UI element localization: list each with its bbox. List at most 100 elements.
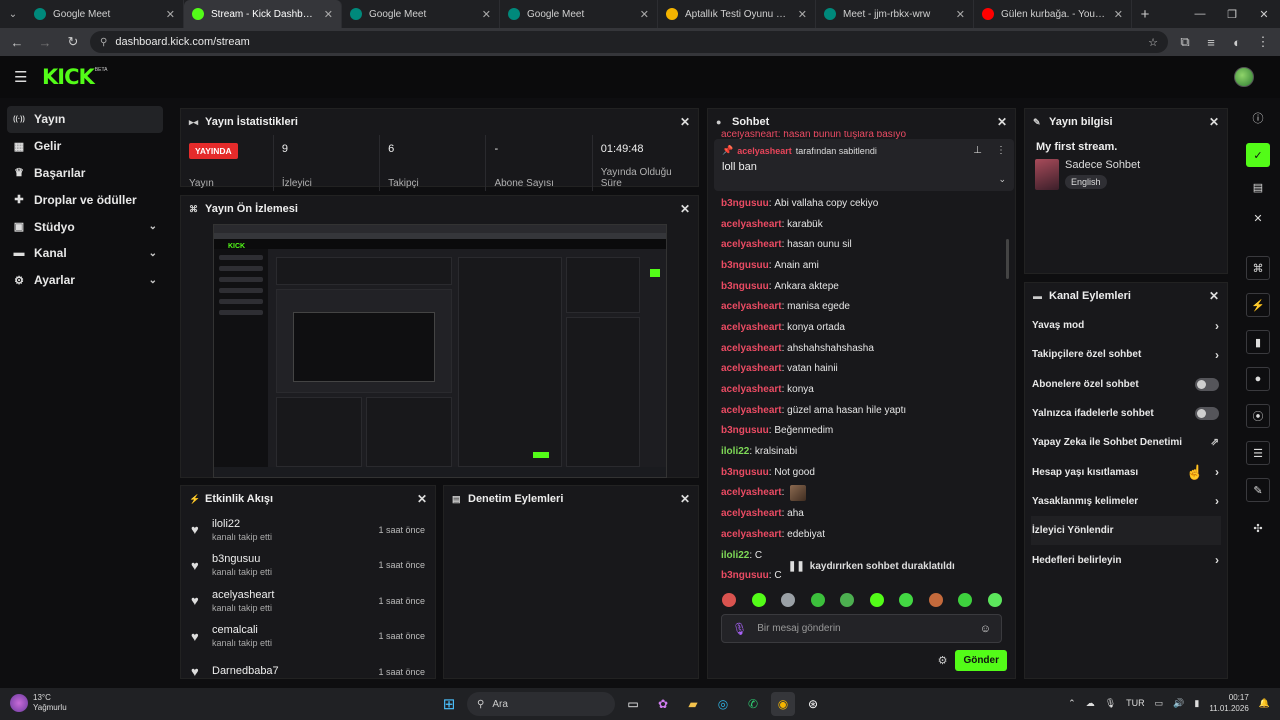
- kick-logo[interactable]: KICK BETA: [42, 65, 107, 89]
- weather-widget[interactable]: 13°C Yağmurlu: [10, 693, 67, 713]
- chat-username[interactable]: acelyasheart: [721, 343, 782, 354]
- minimize-icon[interactable]: —: [1184, 0, 1216, 28]
- stream-preview-video[interactable]: KICK: [213, 224, 667, 478]
- activity-username[interactable]: iloli22: [212, 518, 369, 530]
- browser-tab[interactable]: Gülen kurbağa. - YouTube ✕: [974, 0, 1132, 28]
- toggle-switch[interactable]: [1195, 377, 1219, 391]
- broadcast-icon[interactable]: ⦿: [1246, 404, 1270, 428]
- new-tab-button[interactable]: +: [1132, 6, 1158, 23]
- chat-username[interactable]: iloli22: [721, 550, 749, 561]
- channel-action-item[interactable]: Abonelere özel sohbet: [1025, 370, 1227, 399]
- sidebar-item[interactable]: ▬ Kanal ⌄: [7, 240, 163, 267]
- chat-username[interactable]: acelyasheart: [721, 384, 782, 395]
- lightning-icon[interactable]: ⚡: [1246, 293, 1270, 317]
- emote-icon[interactable]: [840, 593, 855, 607]
- chat-message[interactable]: acelyasheart: aha: [721, 503, 1001, 524]
- sidebar-item[interactable]: ((·)) Yayın: [7, 106, 163, 133]
- emote-icon[interactable]: [781, 593, 796, 607]
- chat-message[interactable]: acelyasheart: güzel ama hasan hile yaptı: [721, 400, 1001, 421]
- back-icon[interactable]: ←: [6, 31, 28, 53]
- task-view-icon[interactable]: ▭: [621, 692, 645, 716]
- close-icon[interactable]: ✕: [680, 492, 690, 506]
- emote-icon[interactable]: [810, 593, 825, 607]
- chat-username[interactable]: b3ngusuu: [721, 570, 769, 581]
- start-icon[interactable]: ⊞: [437, 692, 461, 716]
- pinned-message[interactable]: 📌 acelyasheart tarafından sabitlendi lol…: [714, 139, 1014, 191]
- notifications-icon[interactable]: 🔔: [1259, 698, 1270, 709]
- chat-username[interactable]: b3ngusuu: [721, 260, 769, 271]
- chat-username[interactable]: b3ngusuu: [721, 281, 769, 292]
- menu-icon[interactable]: ☰: [14, 68, 28, 86]
- close-icon[interactable]: ✕: [680, 202, 690, 216]
- taskbar-search[interactable]: ⚲ Ara: [467, 692, 615, 716]
- channel-action-item[interactable]: Hedefleri belirleyin ›: [1025, 545, 1227, 574]
- sidebar-item[interactable]: ♛ Başarılar: [7, 160, 163, 187]
- chat-username[interactable]: acelyasheart: [721, 322, 782, 333]
- chat-paused-notice[interactable]: ❚❚ kaydırırken sohbet duraklatıldı: [788, 561, 955, 572]
- chat-message[interactable]: acelyasheart: konya ortada: [721, 317, 1001, 338]
- browser-tab[interactable]: Google Meet ✕: [500, 0, 658, 28]
- chat-username[interactable]: iloli22: [721, 446, 749, 457]
- emoji-icon[interactable]: ☺: [980, 623, 991, 635]
- chat-username[interactable]: b3ngusuu: [721, 198, 769, 209]
- forward-icon[interactable]: →: [34, 31, 56, 53]
- more-options-icon[interactable]: ⋮: [996, 145, 1006, 156]
- channel-action-item[interactable]: Takipçilere özel sohbet ›: [1025, 340, 1227, 369]
- chat-icon[interactable]: ●: [1246, 367, 1270, 391]
- channel-action-item[interactable]: Yalnızca ifadelerle sohbet: [1025, 399, 1227, 428]
- close-icon[interactable]: ✕: [680, 115, 690, 129]
- channel-action-item[interactable]: Yapay Zeka ile Sohbet Denetimi ⇗: [1025, 428, 1227, 457]
- microphone-icon[interactable]: 🎙: [1105, 698, 1116, 709]
- edge-icon[interactable]: ◎: [711, 692, 735, 716]
- check-icon[interactable]: ✓: [1246, 143, 1270, 167]
- cloud-icon[interactable]: ☁: [1086, 698, 1095, 709]
- chat-message[interactable]: acelyasheart: vatan hainii: [721, 359, 1001, 380]
- close-icon[interactable]: ✕: [1209, 115, 1219, 129]
- url-bar[interactable]: ⚲ dashboard.kick.com/stream ☆: [90, 31, 1168, 53]
- channel-action-item[interactable]: İzleyici Yönlendir: [1031, 516, 1221, 546]
- copilot-icon[interactable]: ✿: [651, 692, 675, 716]
- close-icon[interactable]: ✕: [997, 115, 1007, 129]
- close-icon[interactable]: ✕: [417, 492, 427, 506]
- activity-username[interactable]: cemalcali: [212, 624, 369, 636]
- toggle-switch[interactable]: [1195, 407, 1219, 421]
- close-tab-icon[interactable]: ✕: [166, 8, 175, 21]
- microphone-icon[interactable]: 🎙: [732, 622, 747, 636]
- activity-username[interactable]: b3ngusuu: [212, 553, 369, 565]
- browser-tab[interactable]: Google Meet ✕: [26, 0, 184, 28]
- profile-icon[interactable]: ◐: [1226, 31, 1248, 53]
- chat-scrollbar[interactable]: [1006, 239, 1009, 279]
- close-tab-icon[interactable]: ✕: [482, 8, 491, 21]
- activity-username[interactable]: acelyasheart: [212, 589, 369, 601]
- close-icon[interactable]: ✕: [1209, 289, 1219, 303]
- chat-message[interactable]: acelyasheart: ahshahshahshasha: [721, 338, 1001, 359]
- unpin-icon[interactable]: ⊥: [973, 145, 982, 156]
- emote-icon[interactable]: [751, 593, 766, 607]
- close-tab-icon[interactable]: ✕: [324, 8, 333, 21]
- chat-username[interactable]: acelyasheart: [721, 301, 782, 312]
- clock[interactable]: 00:17 11.01.2026: [1209, 692, 1248, 714]
- channel-action-item[interactable]: Yavaş mod ›: [1025, 311, 1227, 340]
- stack-icon[interactable]: ☰: [1246, 441, 1270, 465]
- chat-username[interactable]: acelyasheart: [721, 363, 782, 374]
- emote-icon[interactable]: [928, 593, 943, 607]
- chat-username[interactable]: b3ngusuu: [721, 425, 769, 436]
- site-info-icon[interactable]: ⚲: [100, 37, 107, 48]
- sidebar-item[interactable]: ⚙ Ayarlar ⌄: [7, 267, 163, 294]
- language-indicator[interactable]: TUR: [1126, 698, 1145, 708]
- chevron-up-icon[interactable]: ⌃: [1068, 698, 1076, 709]
- chrome-icon[interactable]: ◉: [771, 692, 795, 716]
- chat-username[interactable]: acelyasheart: [721, 219, 782, 230]
- emote-icon[interactable]: [869, 593, 884, 607]
- wrench-icon[interactable]: ✎: [1246, 478, 1270, 502]
- extensions-icon[interactable]: ⧉: [1174, 31, 1196, 53]
- info-icon[interactable]: ⓘ: [1246, 106, 1270, 130]
- layout-icon[interactable]: ▤: [1246, 175, 1270, 199]
- apps-icon[interactable]: ✣: [1246, 516, 1270, 540]
- preview-toggle-icon[interactable]: ⌘: [1246, 256, 1270, 280]
- chat-message-input[interactable]: 🎙 Bir mesaj gönderin ☺: [721, 614, 1002, 643]
- file-explorer-icon[interactable]: ▰: [681, 692, 705, 716]
- chat-username[interactable]: acelyasheart: [721, 529, 782, 540]
- chat-username[interactable]: acelyasheart: [721, 487, 782, 498]
- activity-username[interactable]: Darnedbaba7: [212, 665, 369, 677]
